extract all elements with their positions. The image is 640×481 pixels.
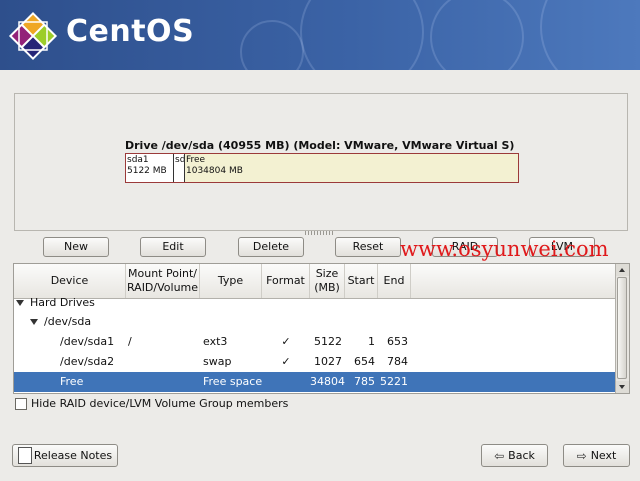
expander-down-icon[interactable] [16,300,24,306]
segment-name: Free [186,155,206,165]
watermark-text: www.osyunwei.com [400,237,609,261]
partition-table: Device Mount Point/ RAID/Volume Type For… [13,263,630,394]
cell-mount: / [128,335,132,348]
hide-raid-lvm-label[interactable]: Hide RAID device/LVM Volume Group member… [31,397,288,410]
pane-resize-grip[interactable] [305,231,335,235]
cell-size: 1027 [314,355,342,368]
edit-button[interactable]: Edit [140,237,206,257]
cell-end: 5221 [380,375,408,388]
banner-decoration [430,0,524,70]
cell-type: ext3 [203,335,228,348]
table-row[interactable]: /dev/sda2 swap ✓ 1027 654 784 [14,352,615,372]
cell-start: 654 [354,355,375,368]
document-icon [17,446,32,464]
cell-format-check [262,372,310,392]
hide-raid-lvm-checkbox[interactable] [15,398,27,410]
banner-decoration [240,20,304,70]
next-button[interactable]: ⇨ Next [563,444,630,467]
cell-device: Free [60,375,84,388]
header-banner: CentOS [0,0,640,70]
group-label: Hard Drives [30,296,95,309]
cell-start: 1 [368,335,375,348]
back-button[interactable]: ⇦ Back [481,444,548,467]
centos-logo-icon [8,11,58,61]
cell-start: 785 [354,375,375,388]
cell-end: 784 [387,355,408,368]
banner-decoration [300,0,424,70]
segment-name: sda1 [127,155,149,165]
scroll-down-button[interactable] [616,381,629,393]
next-label: Next [590,449,617,462]
tree-group-hard-drives[interactable]: Hard Drives [14,293,615,313]
drive-title: Drive /dev/sda (40955 MB) (Model: VMware… [125,139,515,152]
arrow-down-icon [619,385,625,389]
table-row-selected[interactable]: Free Free space 34804 785 5221 [14,372,615,392]
scroll-thumb[interactable] [617,277,627,379]
segment-name: sd [175,155,185,165]
segment-size: 5122 MB [127,166,167,176]
segment-size: 1034804 MB [186,166,243,176]
tree-group-dev-sda[interactable]: /dev/sda [14,312,615,332]
cell-type: Free space [203,375,263,388]
cell-device: /dev/sda1 [60,335,115,348]
expander-down-icon[interactable] [30,319,38,325]
cell-type: swap [203,355,232,368]
cell-device: /dev/sda2 [60,355,115,368]
reset-button[interactable]: Reset [335,237,401,257]
cell-end: 653 [387,335,408,348]
brand-name: CentOS [66,14,195,49]
release-notes-button[interactable]: Release Notes [12,444,118,467]
cell-size: 5122 [314,335,342,348]
banner-decoration [540,0,640,70]
group-label: /dev/sda [44,315,92,328]
arrow-right-icon: ⇨ [576,448,587,463]
release-notes-label: Release Notes [33,449,113,462]
arrow-up-icon [619,268,625,272]
arrow-left-icon: ⇦ [494,448,505,463]
cell-format-check: ✓ [281,335,291,348]
vertical-scrollbar[interactable] [615,264,629,393]
partition-segment-sda1[interactable]: sda1 5122 MB [126,154,174,182]
delete-button[interactable]: Delete [238,237,304,257]
scroll-up-button[interactable] [616,264,629,276]
table-row[interactable]: /dev/sda1 / ext3 ✓ 5122 1 653 [14,332,615,352]
cell-format-check: ✓ [281,355,291,368]
partition-segment-sda2[interactable]: sd [174,154,185,182]
back-label: Back [508,449,535,462]
drive-partition-bar: sda1 5122 MB sd Free 1034804 MB [125,153,519,183]
drive-map-panel: Drive /dev/sda (40955 MB) (Model: VMware… [14,93,628,231]
cell-size: 34804 [310,375,345,388]
partition-segment-free[interactable]: Free 1034804 MB [185,154,518,182]
new-button[interactable]: New [43,237,109,257]
